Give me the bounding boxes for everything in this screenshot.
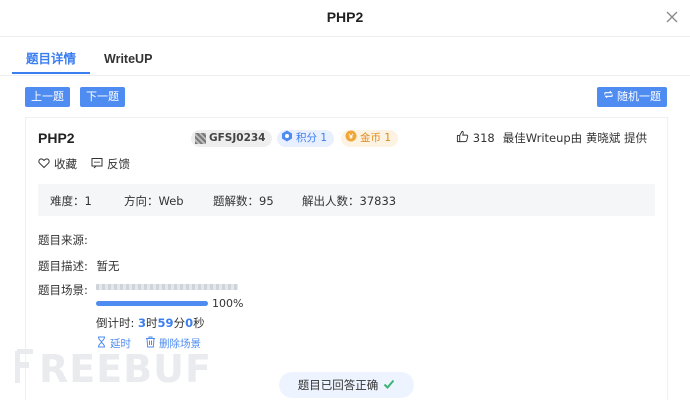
- random-problem-label: 随机一题: [617, 90, 661, 103]
- problem-id-badge: GFSJ0234: [191, 130, 273, 147]
- countdown-seconds: 0: [185, 316, 194, 330]
- env-progress-text: 100%: [212, 297, 244, 310]
- like-area: 318 最佳Writeup由 黄晓斌 提供: [456, 130, 647, 146]
- countdown-hours-unit: 时: [146, 316, 158, 330]
- watermark-logo-icon: [14, 348, 37, 389]
- source-label: 题目来源:: [38, 233, 88, 247]
- modal-title: PHP2: [326, 9, 364, 25]
- countdown-minutes-unit: 分: [173, 316, 186, 330]
- close-icon[interactable]: [662, 7, 682, 27]
- env-progress-bar: [96, 301, 208, 306]
- next-problem-button[interactable]: 下一题: [80, 87, 125, 107]
- freebuf-watermark: REEBUF: [14, 347, 212, 391]
- coin-icon: [345, 130, 357, 148]
- shuffle-icon: [603, 87, 614, 107]
- heart-icon: [38, 157, 50, 172]
- coin-value: 金币 1: [360, 132, 392, 144]
- countdown-prefix: 倒计时:: [96, 316, 139, 330]
- thumbs-up-icon[interactable]: [456, 130, 469, 146]
- countdown-hours: 3: [138, 316, 147, 330]
- countdown-minutes: 59: [157, 316, 174, 330]
- problem-info-bar: 难度：1 方向：Web 题解数：95 解出人数：37833: [38, 184, 655, 216]
- like-count: 318: [472, 131, 495, 145]
- difficulty-info: 难度：1: [50, 194, 92, 208]
- writeup-credit: 最佳Writeup由 黄晓斌 提供: [502, 131, 647, 145]
- tab-bar: 题目详情 WriteUP: [12, 44, 166, 76]
- tab-writeup[interactable]: WriteUP: [90, 44, 166, 74]
- random-problem-button[interactable]: 随机一题: [597, 87, 667, 107]
- qr-icon: [195, 133, 206, 144]
- score-icon: [281, 130, 293, 148]
- feedback-label: 反馈: [107, 157, 130, 171]
- feedback-icon: [91, 157, 103, 172]
- toast-text: 题目已回答正确: [297, 378, 379, 392]
- checkmark-icon: [383, 378, 395, 393]
- description-row: 题目描述: 暂无: [38, 258, 120, 274]
- env-progress-fill: [96, 301, 208, 306]
- description-label: 题目描述:: [38, 259, 88, 273]
- solves-info: 题解数：95: [213, 194, 274, 208]
- score-badge: 积分 1: [277, 130, 335, 148]
- env-label: 题目场景:: [38, 283, 88, 297]
- tab-problem-details[interactable]: 题目详情: [12, 44, 91, 74]
- env-address-redacted: [96, 284, 238, 290]
- feedback-button[interactable]: 反馈: [91, 156, 130, 172]
- countdown: 倒计时: 3时59分0秒: [96, 315, 205, 331]
- score-value: 积分 1: [296, 132, 328, 144]
- tab-divider: [0, 75, 690, 76]
- modal-header: PHP2: [0, 0, 690, 37]
- favorite-label: 收藏: [54, 157, 77, 171]
- success-toast: 题目已回答正确: [279, 372, 414, 398]
- prev-problem-button[interactable]: 上一题: [25, 87, 70, 107]
- problem-actions: 收藏 反馈: [38, 156, 130, 172]
- coin-badge: 金币 1: [341, 130, 399, 148]
- problem-title: PHP2: [38, 130, 75, 146]
- favorite-button[interactable]: 收藏: [38, 156, 77, 172]
- problem-id: GFSJ0234: [209, 132, 266, 144]
- solvers-info: 解出人数：37833: [302, 194, 397, 208]
- watermark-text: REEBUF: [39, 347, 212, 391]
- direction-info: 方向：Web: [124, 194, 184, 208]
- countdown-seconds-unit: 秒: [193, 316, 205, 330]
- description-value: 暂无: [96, 259, 120, 273]
